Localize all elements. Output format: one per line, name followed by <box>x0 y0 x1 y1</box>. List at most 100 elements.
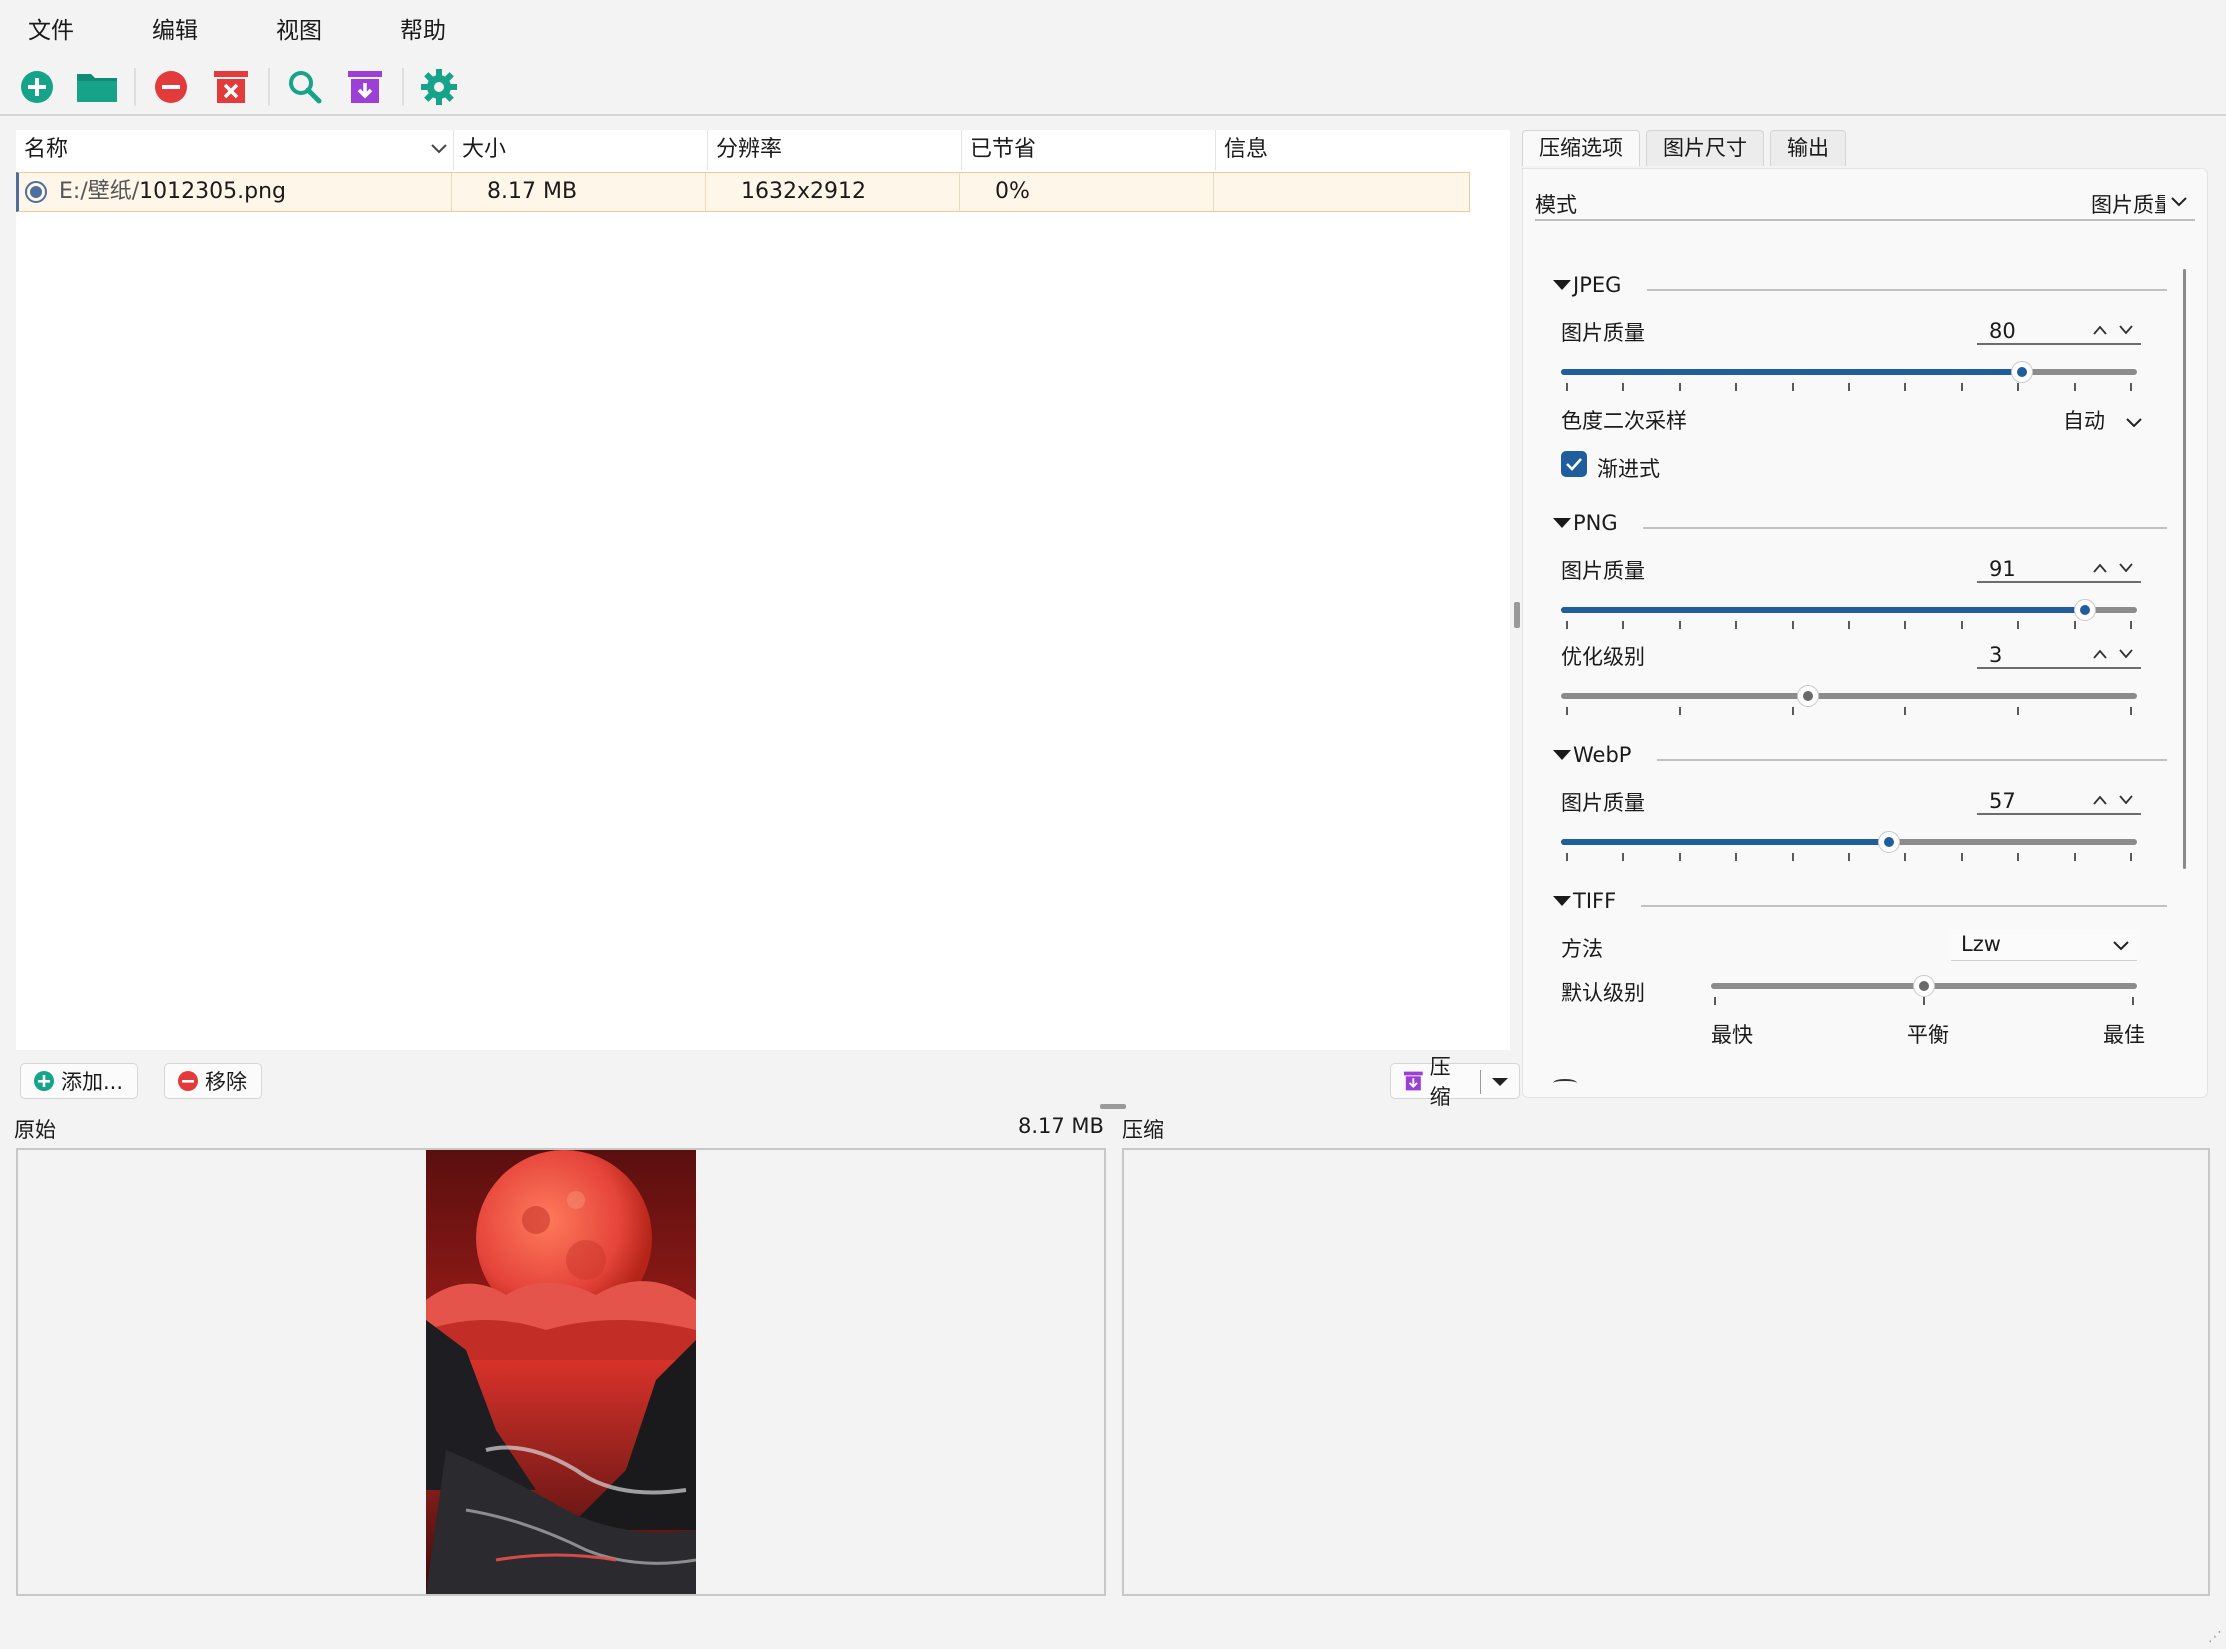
compress-button-label: 压缩 <box>1429 1055 1451 1109</box>
open-folder-button[interactable] <box>72 62 122 112</box>
png-optimization-slider[interactable] <box>1561 685 2137 715</box>
tiff-level-tick-fastest: 最快 <box>1711 1023 1753 1047</box>
dropdown-arrow-icon[interactable] <box>1491 1077 1509 1087</box>
webp-quality-slider[interactable] <box>1561 831 2137 861</box>
toolbar-separator <box>402 68 404 106</box>
preview-search-icon <box>289 71 322 104</box>
png-quality-spinbox[interactable]: 91 <box>1977 555 2141 583</box>
slider-tick <box>1791 707 1794 715</box>
horizontal-splitter-handle[interactable] <box>1100 1104 1126 1109</box>
jpeg-quality-value: 80 <box>1989 319 2016 343</box>
collapse-triangle-icon <box>1553 750 1571 760</box>
jpeg-quality-spinbox[interactable]: 80 <box>1977 317 2141 345</box>
slider-thumb[interactable] <box>1796 685 1819 707</box>
column-saved[interactable]: 已节省 <box>962 130 1216 170</box>
slider-thumb[interactable] <box>2010 361 2033 383</box>
chevron-down-icon <box>2125 418 2142 428</box>
remove-button[interactable]: 移除 <box>164 1063 262 1099</box>
menu-view[interactable]: 视图 <box>268 5 330 51</box>
slider-tick <box>2073 621 2076 629</box>
vertical-splitter-handle[interactable] <box>1514 602 1520 628</box>
column-name[interactable]: 名称 <box>16 130 454 170</box>
slider-tick <box>2073 853 2076 861</box>
tiff-method-combo[interactable]: Lzw <box>1951 929 2137 961</box>
settings-gear-icon <box>421 69 457 105</box>
slider-tick <box>1678 383 1681 391</box>
png-quality-slider[interactable] <box>1561 599 2137 629</box>
column-info[interactable]: 信息 <box>1216 130 1510 170</box>
tab-image-size[interactable]: 图片尺寸 <box>1646 130 1764 166</box>
webp-quality-spinbox[interactable]: 57 <box>1977 787 2141 815</box>
compress-button[interactable]: 压缩 <box>1390 1055 1520 1109</box>
table-row[interactable]: E:/壁纸/1012305.png 8.17 MB 1632x2912 0% <box>16 172 1470 212</box>
column-size[interactable]: 大小 <box>454 130 708 170</box>
spin-up-icon[interactable] <box>2093 649 2107 659</box>
compression-options-body: 模式 图片质量 JPEG 图片质量 80 色度二次采样 自动 渐进式 PNG 图… <box>1522 168 2208 1098</box>
chroma-subsampling-combo[interactable]: 自动 <box>2063 405 2142 437</box>
progressive-checkbox[interactable] <box>1561 451 1587 477</box>
file-name: 1012305.png <box>139 179 286 204</box>
add-button[interactable]: 添加... <box>20 1063 139 1099</box>
jpeg-section-title[interactable]: JPEG <box>1553 273 1621 297</box>
add-icon <box>34 1071 54 1091</box>
slider-tick <box>1714 997 1717 1005</box>
spin-down-icon[interactable] <box>2119 325 2133 335</box>
slider-tick <box>2017 383 2020 391</box>
spin-down-icon[interactable] <box>2119 563 2133 573</box>
slider-tick <box>1565 853 1568 861</box>
compressed-preview-pane[interactable] <box>1122 1148 2210 1596</box>
tab-compression-options[interactable]: 压缩选项 <box>1522 130 1640 166</box>
chevron-down-icon <box>2171 197 2187 207</box>
mode-combo[interactable]: 模式 图片质量 <box>1535 181 2195 221</box>
slider-tick <box>2017 707 2020 715</box>
settings-button[interactable] <box>414 62 464 112</box>
tiff-method-value: Lzw <box>1961 932 2001 956</box>
spin-down-icon[interactable] <box>2119 795 2133 805</box>
original-preview-pane[interactable] <box>16 1148 1106 1596</box>
options-scrollbar[interactable] <box>2183 269 2186 869</box>
next-section-edge <box>1553 1079 1577 1087</box>
preview-button[interactable] <box>280 62 330 112</box>
remove-icon <box>155 71 187 103</box>
slider-tick <box>1678 621 1681 629</box>
slider-track[interactable] <box>1561 693 2137 699</box>
slider-tick <box>1904 621 1907 629</box>
menu-edit[interactable]: 编辑 <box>144 5 206 51</box>
menubar: 文件 编辑 视图 帮助 <box>0 0 2226 56</box>
column-resolution[interactable]: 分辨率 <box>708 130 962 170</box>
slider-thumb[interactable] <box>2074 599 2097 621</box>
slider-tick <box>2130 383 2133 391</box>
webp-section-line <box>1657 759 2167 761</box>
clear-list-button[interactable] <box>206 62 256 112</box>
webp-section-title[interactable]: WebP <box>1553 743 1631 767</box>
slider-thumb[interactable] <box>1913 975 1935 997</box>
tab-output[interactable]: 输出 <box>1770 130 1846 166</box>
slider-tick <box>1735 621 1738 629</box>
slider-ticks <box>1711 997 2137 1007</box>
file-path-prefix: E:/壁纸/ <box>59 179 140 204</box>
png-optimization-spinbox[interactable]: 3 <box>1977 641 2141 669</box>
jpeg-quality-slider[interactable] <box>1561 361 2137 391</box>
file-list[interactable]: 名称 大小 分辨率 已节省 信息 E:/壁纸/1012305.png 8.17 … <box>16 130 1510 1050</box>
remove-button[interactable] <box>146 62 196 112</box>
slider-thumb[interactable] <box>1878 831 1901 853</box>
slider-tick <box>2130 853 2133 861</box>
progressive-label: 渐进式 <box>1597 457 1660 481</box>
cell-info <box>1214 173 1468 211</box>
tiff-level-slider[interactable] <box>1711 975 2137 1005</box>
toolbar-separator <box>134 68 136 106</box>
compress-button[interactable] <box>340 62 390 112</box>
spin-up-icon[interactable] <box>2093 563 2107 573</box>
png-section-title[interactable]: PNG <box>1553 511 1618 535</box>
add-files-button[interactable] <box>12 62 62 112</box>
slider-tick <box>1791 853 1794 861</box>
spin-down-icon[interactable] <box>2119 649 2133 659</box>
menu-file[interactable]: 文件 <box>20 5 82 51</box>
tiff-section-title[interactable]: TIFF <box>1553 889 1616 913</box>
remove-button-label: 移除 <box>205 1070 247 1094</box>
spin-up-icon[interactable] <box>2093 795 2107 805</box>
spin-up-icon[interactable] <box>2093 325 2107 335</box>
column-size-label: 大小 <box>462 137 507 162</box>
resize-grip-icon[interactable]: ⋰ <box>2208 1629 2222 1645</box>
menu-help[interactable]: 帮助 <box>392 5 454 51</box>
